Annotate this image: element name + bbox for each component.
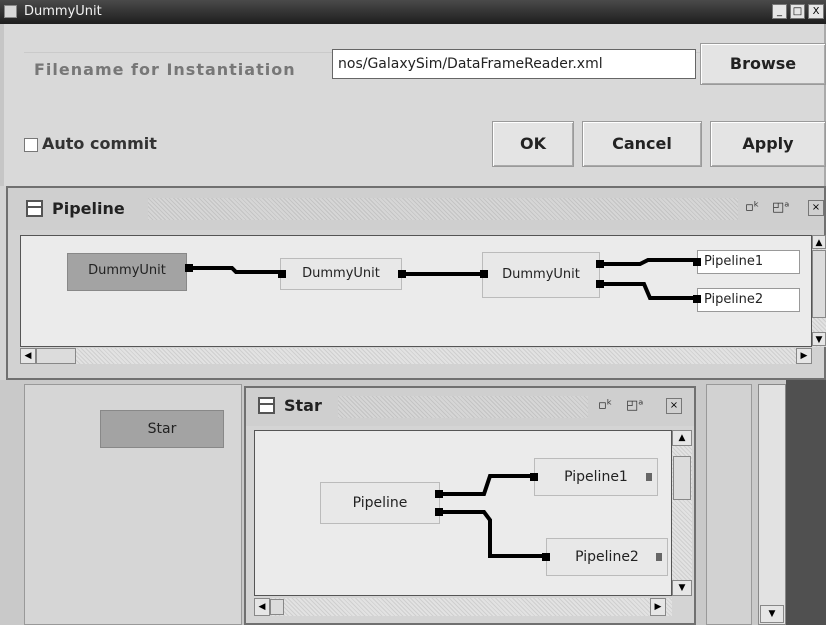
wire: [443, 474, 530, 496]
wire: [193, 266, 278, 274]
connection-wires: [193, 258, 693, 558]
wire: [604, 258, 693, 266]
wire: [604, 282, 693, 300]
wire: [443, 510, 542, 558]
